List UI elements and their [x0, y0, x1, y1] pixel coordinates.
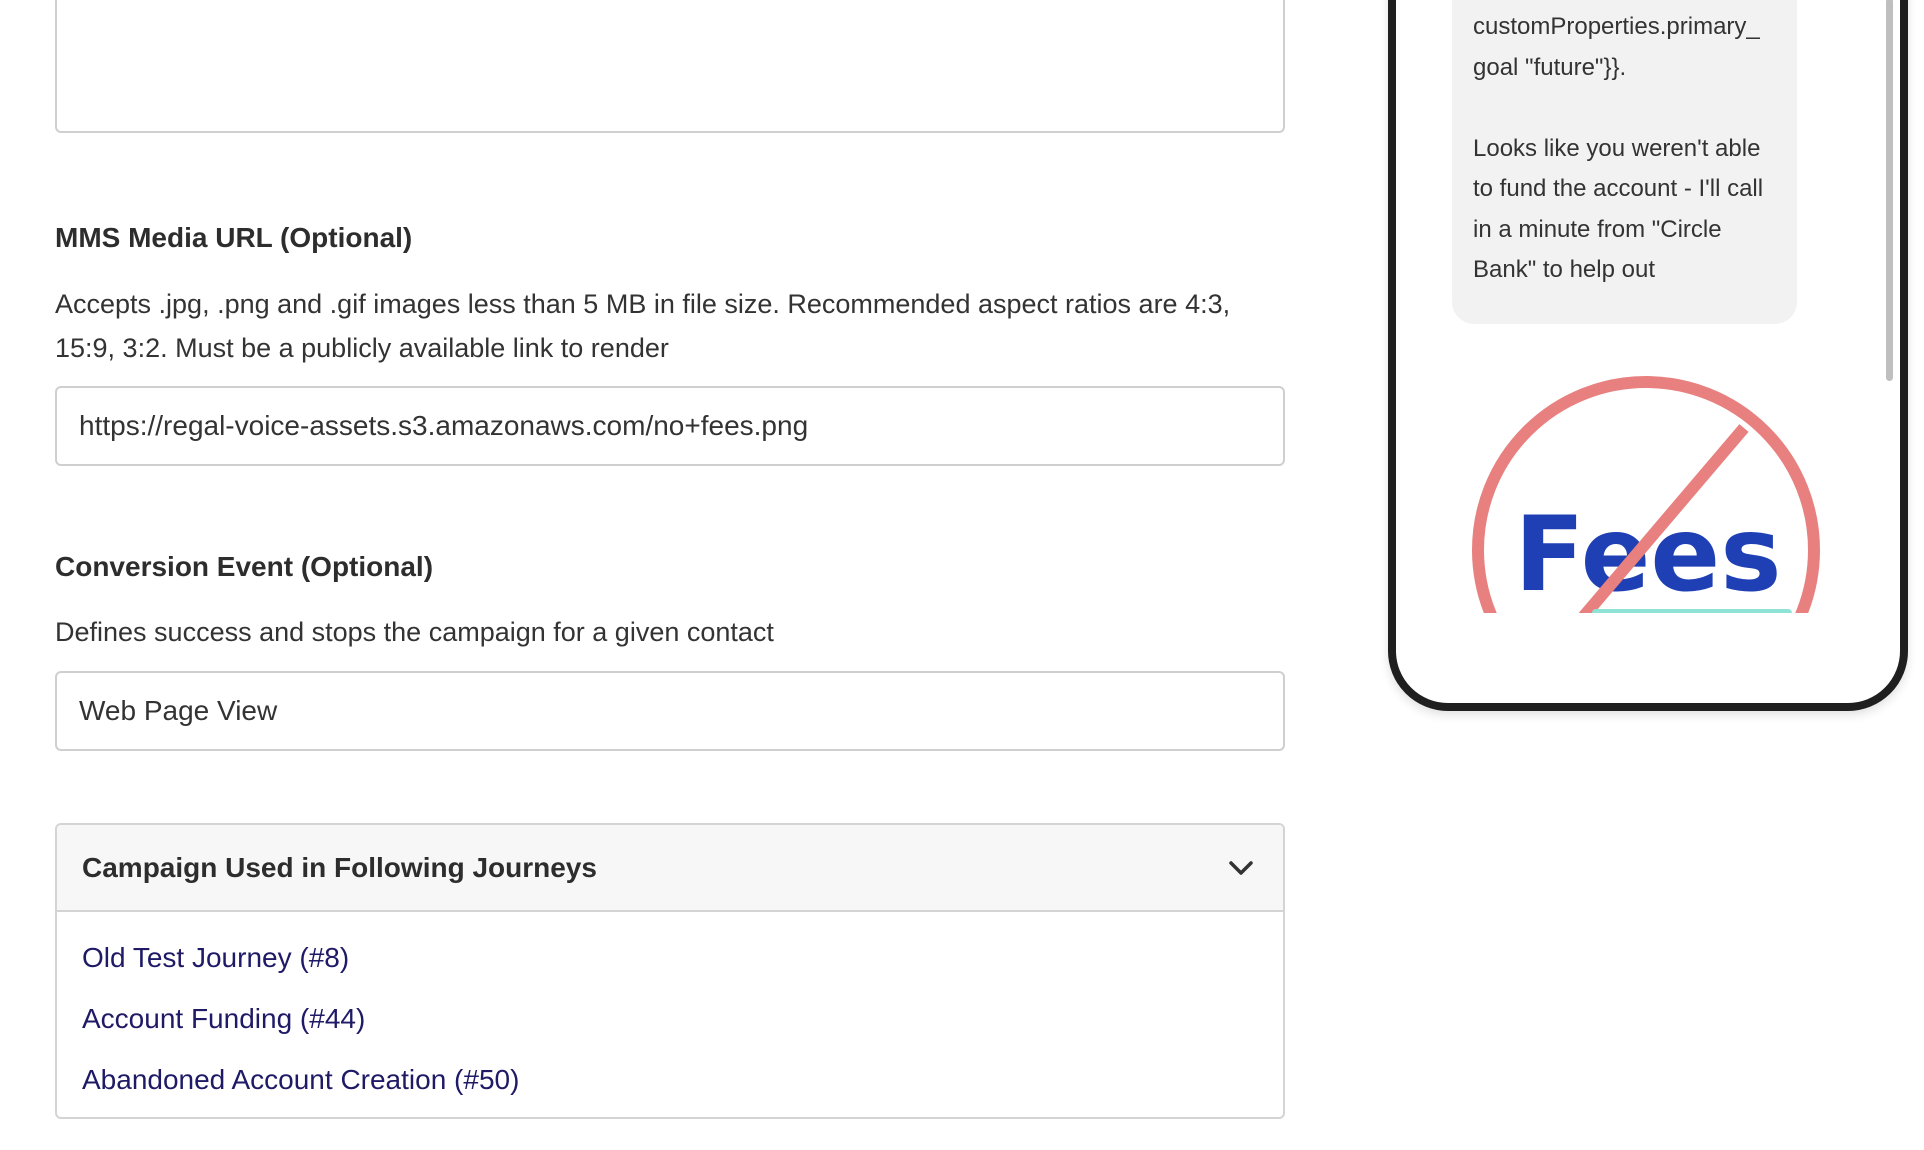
mms-media-url-help: Accepts .jpg, .png and .gif images less … — [55, 289, 1231, 363]
journeys-list: Old Test Journey (#8) Account Funding (#… — [57, 912, 1283, 1117]
conversion-event-select[interactable]: Web Page View — [55, 671, 1285, 751]
message-bubble: {{default customProperties.primary_ goal… — [1452, 0, 1797, 324]
phone-preview: {{default customProperties.primary_ goal… — [1388, 0, 1908, 711]
message-text: {{default customProperties.primary_ goal… — [1473, 13, 1764, 283]
mms-media-url-input[interactable]: https://regal-voice-assets.s3.amazonaws.… — [55, 386, 1285, 466]
journeys-accordion-header[interactable]: Campaign Used in Following Journeys — [57, 825, 1283, 912]
conversion-event-label: Conversion Event (Optional) — [55, 551, 434, 582]
no-fees-image: Fees — [1472, 376, 1820, 613]
message-body-textarea[interactable] — [55, 0, 1285, 133]
mms-image-preview: Fees — [1466, 373, 1826, 613]
chevron-down-icon[interactable] — [1227, 858, 1255, 878]
fees-underline — [1592, 609, 1792, 613]
campaign-editor: MMS Media URL (Optional) Accepts .jpg, .… — [0, 0, 1924, 1150]
journey-link-abandoned-account-creation[interactable]: Abandoned Account Creation (#50) — [82, 1058, 1283, 1117]
fees-text: Fees — [1514, 495, 1781, 613]
journey-link-old-test-journey[interactable]: Old Test Journey (#8) — [82, 936, 1283, 997]
journey-link-account-funding[interactable]: Account Funding (#44) — [82, 997, 1283, 1058]
journeys-accordion: Campaign Used in Following Journeys Old … — [55, 823, 1285, 1119]
conversion-event-help: Defines success and stops the campaign f… — [55, 617, 774, 647]
preview-scrollbar[interactable] — [1886, 0, 1893, 381]
journeys-accordion-title: Campaign Used in Following Journeys — [82, 851, 597, 883]
mms-media-url-label: MMS Media URL (Optional) — [55, 222, 413, 253]
